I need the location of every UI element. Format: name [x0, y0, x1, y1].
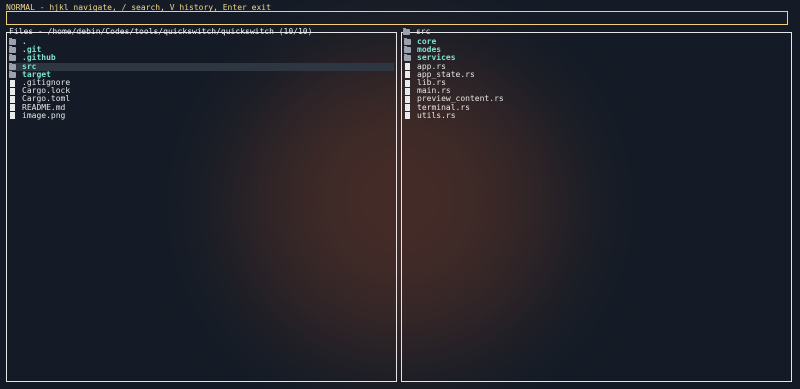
preview-title-label: src — [416, 27, 431, 36]
file-icon — [405, 95, 410, 103]
preview-title: src — [403, 27, 431, 37]
folder-icon — [403, 28, 410, 35]
file-icon — [405, 71, 410, 79]
file-list-panel[interactable]: Files - /home/debin/Codes/tools/quickswi… — [6, 27, 397, 382]
list-item: utils.rs — [404, 110, 789, 120]
file-icon — [10, 104, 15, 112]
list-item-label: image.png — [22, 110, 66, 120]
folder-icon — [404, 38, 411, 46]
folder-icon — [404, 46, 411, 54]
folder-icon — [9, 46, 16, 54]
file-icon — [10, 95, 15, 103]
file-icon — [10, 79, 15, 87]
list-item: core — [404, 37, 789, 46]
list-item[interactable]: Cargo.toml — [9, 95, 394, 103]
file-icon — [405, 104, 410, 112]
folder-icon — [9, 54, 16, 62]
folder-icon — [404, 54, 411, 62]
list-item[interactable]: README.md — [9, 103, 394, 112]
list-item[interactable]: . — [9, 37, 394, 46]
preview-panel: src core modes services app.rs app_state.rs l… — [401, 27, 792, 382]
list-item: app_state.rs — [404, 70, 789, 79]
list-item: services — [404, 54, 789, 62]
list-item[interactable]: image.png — [9, 110, 394, 120]
file-icon — [405, 112, 410, 120]
folder-icon — [9, 70, 16, 78]
file-icon — [10, 87, 15, 95]
list-item[interactable]: .git — [9, 45, 394, 54]
list-item: modes — [404, 45, 789, 54]
list-item-label: utils.rs — [417, 110, 456, 120]
file-list: . .git .github src target .gitignore Cargo.loc… — [9, 37, 394, 120]
preview-list: core modes services app.rs app_state.rs lib.r… — [404, 37, 789, 120]
file-icon — [405, 79, 410, 87]
panel-title: Files - /home/debin/Codes/tools/quickswi… — [9, 27, 313, 36]
list-item[interactable]: .github — [9, 54, 394, 62]
file-icon — [405, 63, 410, 71]
list-item: terminal.rs — [404, 103, 789, 112]
file-icon — [10, 112, 15, 120]
list-item[interactable]: src — [9, 62, 394, 71]
file-icon — [405, 87, 410, 95]
list-item: lib.rs — [404, 78, 789, 87]
folder-icon — [9, 38, 16, 46]
search-input[interactable] — [6, 11, 788, 25]
folder-icon — [9, 62, 16, 70]
